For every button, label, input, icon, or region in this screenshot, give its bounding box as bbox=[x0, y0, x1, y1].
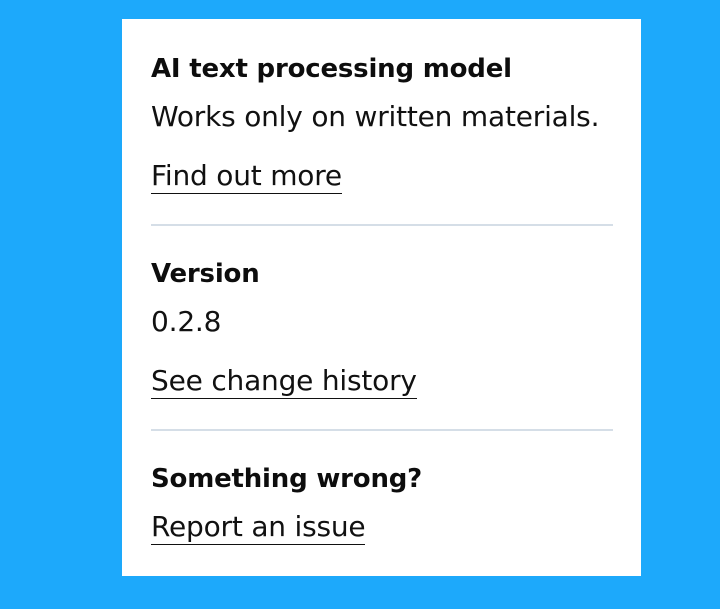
find-out-more-link[interactable]: Find out more bbox=[151, 159, 342, 194]
divider bbox=[151, 429, 613, 431]
info-card: AI text processing model Works only on w… bbox=[122, 19, 641, 576]
see-change-history-link[interactable]: See change history bbox=[151, 364, 417, 399]
model-title: AI text processing model bbox=[151, 54, 512, 84]
model-description: Works only on written materials. bbox=[151, 100, 600, 133]
version-value: 0.2.8 bbox=[151, 305, 222, 338]
issue-section: Something wrong? Report an issue bbox=[151, 463, 613, 563]
version-title: Version bbox=[151, 259, 260, 289]
divider bbox=[151, 224, 613, 226]
report-issue-link[interactable]: Report an issue bbox=[151, 510, 366, 545]
model-section: AI text processing model Works only on w… bbox=[151, 53, 613, 203]
issue-title: Something wrong? bbox=[151, 464, 423, 494]
version-section: Version 0.2.8 See change history bbox=[151, 258, 613, 408]
